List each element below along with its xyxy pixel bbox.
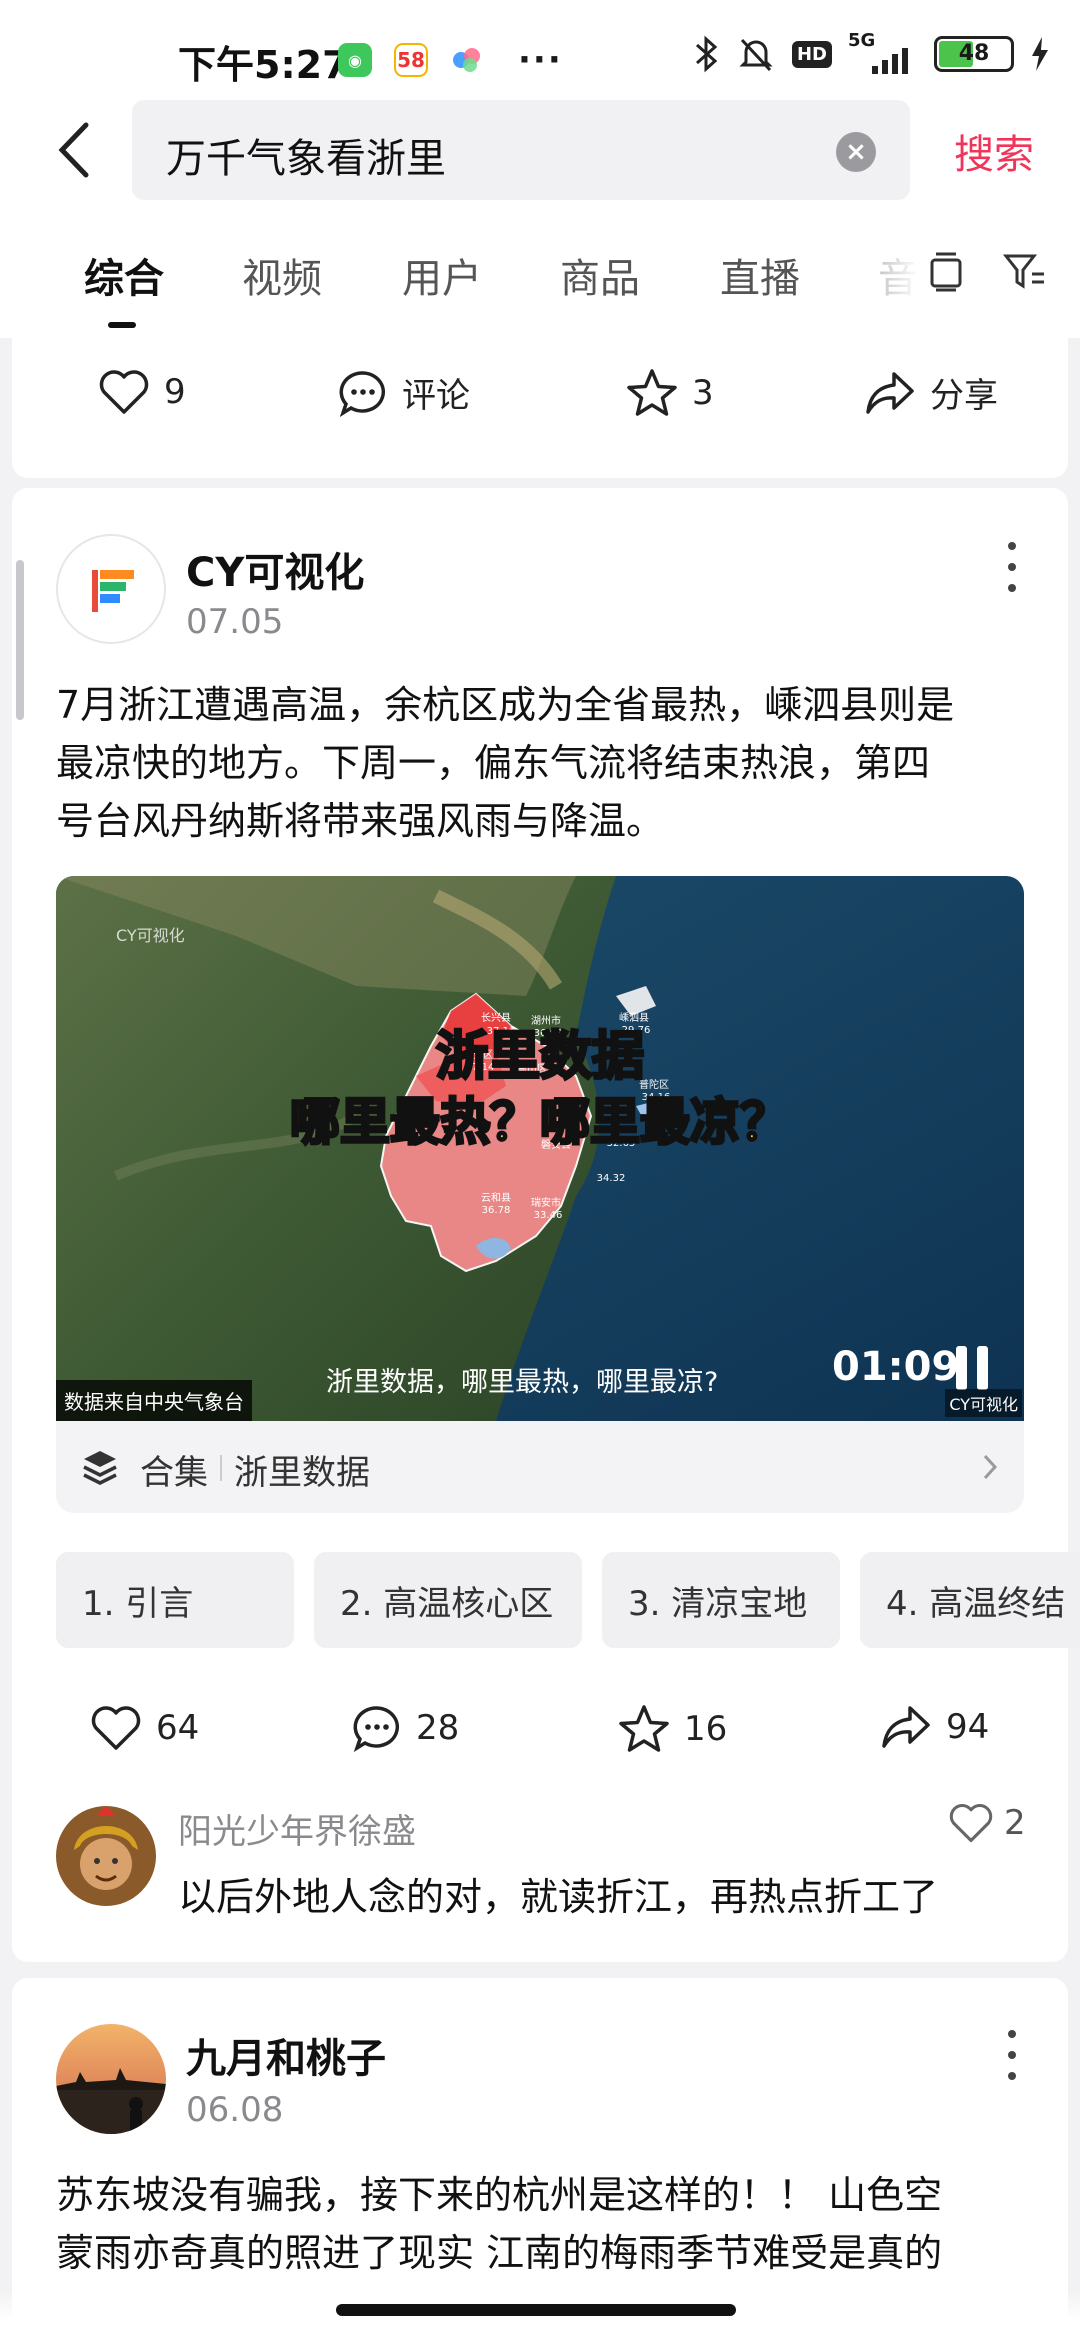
search-tabs: 综合 视频 用户 商品 直播 音 [0, 210, 1080, 338]
filter-icon[interactable] [1002, 252, 1046, 292]
back-button[interactable] [44, 118, 104, 182]
previous-post-card: 9 评论 3 分享 [12, 338, 1068, 478]
search-header: 万千气象看浙里 × 搜索 [0, 100, 1080, 210]
comment-like-button[interactable]: 2 [948, 1802, 1026, 1844]
share-icon [882, 1706, 930, 1748]
svg-text:云和县: 云和县 [481, 1192, 511, 1204]
post-author[interactable]: CY可视化 [186, 540, 364, 598]
next-post-date: 06.08 [186, 2090, 284, 2130]
star-icon [627, 369, 677, 416]
chapter-chip-4[interactable]: 4. 高温终结 [860, 1552, 1080, 1648]
bluetooth-icon [695, 35, 718, 73]
status-app-icons: ◉ 58 ··· [338, 40, 563, 80]
search-input[interactable]: 万千气象看浙里 × [132, 100, 910, 200]
active-tab-indicator [108, 322, 136, 328]
wechat-icon: ◉ [338, 43, 372, 77]
heart-icon [949, 1803, 993, 1843]
commenter-name[interactable]: 阳光少年界徐盛 [178, 1804, 416, 1853]
svg-text:瑞安市: 瑞安市 [531, 1196, 561, 1209]
svg-text:36.78: 36.78 [482, 1205, 511, 1216]
hd-icon: HD [791, 40, 832, 68]
prev-favorite-button[interactable]: 3 [626, 368, 714, 418]
prev-share-button[interactable]: 分享 [864, 368, 998, 417]
next-post-text[interactable]: 苏东坡没有骗我，接下来的杭州是这样的！！ 山色空 蒙雨亦奇真的照进了现实 江南的… [56, 2166, 1036, 2282]
clear-icon: × [845, 137, 867, 167]
heart-icon [99, 370, 149, 414]
chapter-chip-1[interactable]: 1. 引言 [56, 1552, 294, 1648]
mute-bell-icon [739, 38, 773, 72]
comment-text[interactable]: 以后外地人念的对，就读折江，再热点折工了 [178, 1866, 938, 1921]
search-button[interactable]: 搜索 [954, 122, 1034, 180]
pause-button[interactable] [956, 1346, 988, 1390]
chevron-right-icon [983, 1454, 998, 1480]
layers-icon [83, 1451, 117, 1485]
svg-text:33.46: 33.46 [534, 1210, 563, 1221]
comment-icon [353, 1706, 400, 1752]
status-more-icon: ··· [518, 40, 563, 80]
collection-label: 合集 [140, 1453, 208, 1493]
video-corner-watermark: CY可视化 [945, 1389, 1022, 1417]
heart-icon [91, 1706, 141, 1750]
battery-icon: 48 [934, 36, 1014, 72]
back-arrow-icon [58, 122, 89, 178]
next-post-more-button[interactable] [1002, 2030, 1022, 2080]
svg-text:34.32: 34.32 [597, 1173, 626, 1184]
prev-like-button[interactable]: 9 [98, 368, 186, 416]
video-title-line1: 浙里数据 [434, 1026, 645, 1089]
tab-comprehensive[interactable]: 综合 [84, 246, 164, 304]
next-post-author[interactable]: 九月和桃子 [186, 2026, 386, 2084]
author-avatar[interactable] [56, 534, 166, 644]
scroll-indicator [16, 560, 24, 720]
video-watermark: CY可视化 [116, 926, 185, 945]
video-player[interactable]: 长兴县 37.14 湖州市 36.62 嵊泗县 29.76 临安区 37.14 … [56, 876, 1024, 1421]
pause-icon [956, 1346, 967, 1390]
tab-video[interactable]: 视频 [242, 246, 322, 304]
search-query-text: 万千气象看浙里 [166, 136, 446, 182]
charging-icon [1032, 37, 1048, 71]
app-58-icon: 58 [394, 43, 428, 77]
chapter-chip-2[interactable]: 2. 高温核心区 [314, 1552, 582, 1648]
post-date: 07.05 [186, 602, 284, 642]
comment-icon [339, 370, 386, 417]
cy-logo-icon [92, 570, 134, 612]
tab-products[interactable]: 商品 [560, 246, 640, 304]
post-text[interactable]: 7月浙江遭遇高温，余杭区成为全省最热，嵊泗县则是 最凉快的地方。下周一，偏东气流… [56, 676, 1036, 850]
prev-comment-button[interactable]: 评论 [338, 368, 470, 417]
share-button[interactable]: 94 [880, 1704, 989, 1750]
chapter-chip-3[interactable]: 3. 清凉宝地 [602, 1552, 840, 1648]
video-duration: 01:09 [832, 1344, 960, 1390]
like-button[interactable]: 64 [90, 1704, 199, 1752]
video-title-line2: 哪里最热？哪里最凉？ [289, 1092, 792, 1153]
star-icon [619, 1705, 669, 1752]
clear-search-button[interactable]: × [836, 132, 876, 172]
status-time: 下午5:27 [178, 43, 349, 87]
next-post-card [12, 1978, 1068, 2340]
post-more-button[interactable] [1002, 542, 1022, 592]
status-bar: 下午5:27 ◉ 58 ··· HD 5G 48 [0, 0, 1080, 110]
commenter-avatar[interactable] [56, 1806, 156, 1906]
share-icon [866, 371, 914, 414]
tab-list-icon[interactable] [928, 250, 964, 294]
collection-name: 浙里数据 [234, 1453, 370, 1493]
tab-users[interactable]: 用户 [402, 246, 482, 304]
next-author-avatar[interactable] [56, 2024, 166, 2134]
collection-bar[interactable]: 合集 浙里数据 [56, 1421, 1024, 1513]
video-subtitle: 浙里数据，哪里最热，哪里最凉? [326, 1367, 719, 1398]
home-indicator[interactable] [336, 2304, 736, 2316]
favorite-button[interactable]: 16 [618, 1704, 727, 1754]
cloud-app-icon [450, 43, 484, 77]
video-source-label: 数据来自中央气象台 [56, 1380, 252, 1421]
signal-icon: 5G [848, 30, 918, 74]
status-right-icons: HD 5G 48 [694, 30, 1050, 74]
comment-button[interactable]: 28 [352, 1704, 459, 1752]
tab-live[interactable]: 直播 [720, 246, 800, 304]
